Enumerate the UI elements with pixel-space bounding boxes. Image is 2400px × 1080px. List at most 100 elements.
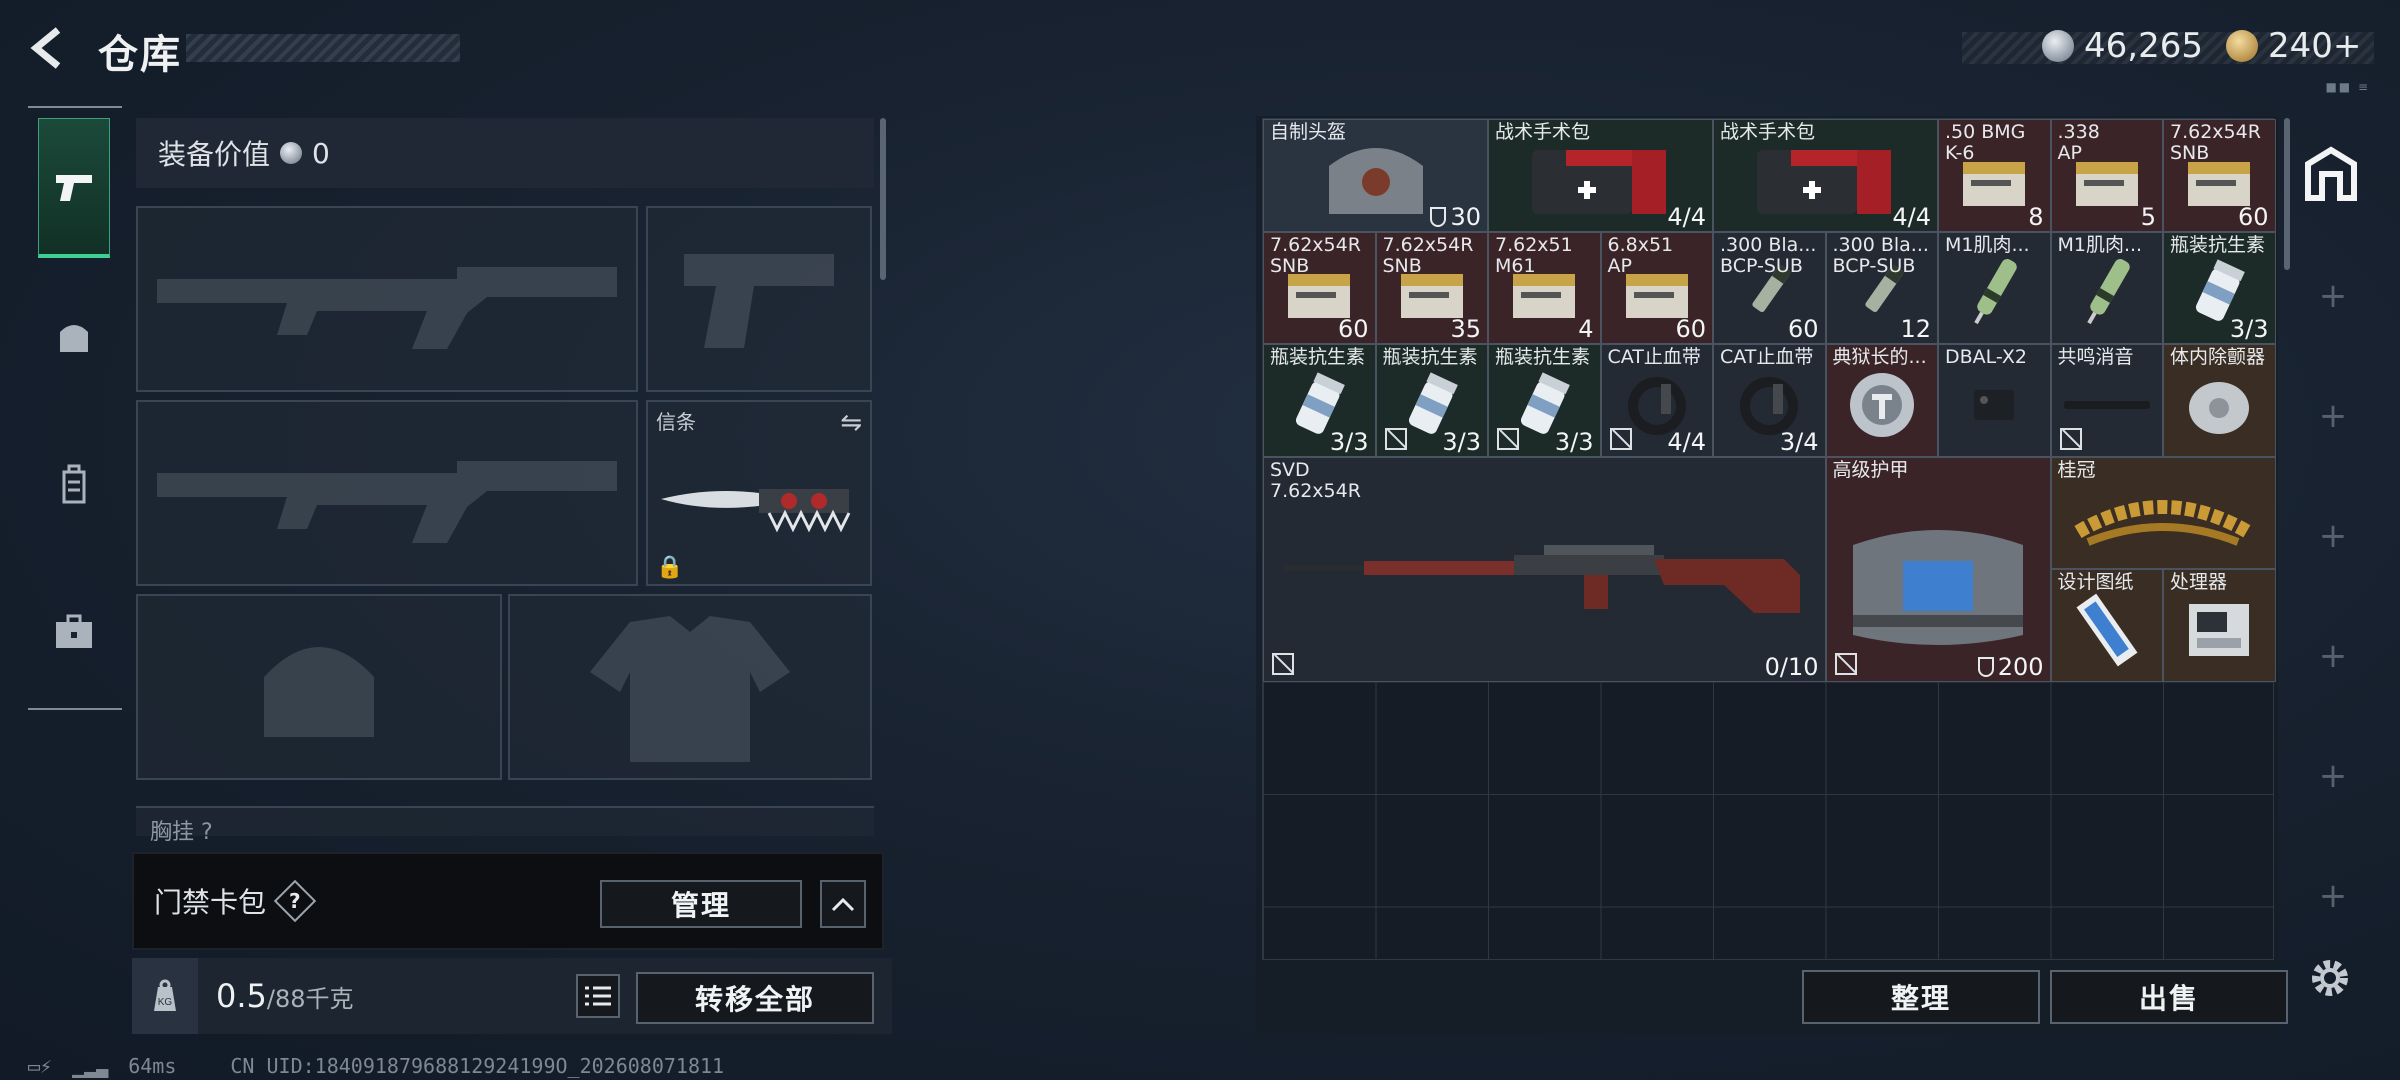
add-tab-button[interactable]: + bbox=[2294, 276, 2372, 316]
stash-item[interactable]: 7.62x54R SNB 60 bbox=[1263, 231, 1376, 344]
add-tab-button[interactable]: + bbox=[2294, 396, 2372, 436]
title-decoration bbox=[186, 34, 460, 62]
item-name: .300 Bla... BCP-SUB bbox=[1832, 233, 1929, 277]
item-count: 3/3 bbox=[1442, 427, 1481, 456]
add-tab-button[interactable]: + bbox=[2294, 516, 2372, 556]
sell-button[interactable]: 出售 bbox=[2050, 970, 2288, 1024]
stash-item[interactable]: 7.62x54R SNB 35 bbox=[1375, 231, 1488, 344]
item-name: M1肌肉... bbox=[2057, 233, 2143, 256]
corner-decoration: ■■ ≡ bbox=[2325, 80, 2370, 94]
item-name: DBAL-X2 bbox=[1945, 346, 2027, 368]
item-name: 7.62x54R SNB bbox=[1270, 233, 1361, 277]
first-aid-kit-icon bbox=[1751, 140, 1901, 224]
secondary-weapon-slot[interactable] bbox=[136, 400, 638, 586]
stash-item[interactable]: 高级护甲 200 bbox=[1825, 456, 2051, 682]
nav-helmet[interactable] bbox=[38, 266, 110, 406]
gold-amount: 240+ bbox=[2268, 26, 2362, 66]
add-tab-button[interactable]: + bbox=[2294, 756, 2372, 796]
stash-item[interactable]: M1肌肉... bbox=[2050, 231, 2163, 344]
pistol-silhouette-icon bbox=[684, 254, 834, 348]
stash-item[interactable]: .300 Bla... BCP-SUB 60 bbox=[1713, 231, 1826, 344]
item-name: .338 AP bbox=[2057, 121, 2100, 164]
helmet-slot[interactable] bbox=[136, 594, 502, 780]
add-tab-button[interactable]: + bbox=[2294, 876, 2372, 916]
list-view-button[interactable] bbox=[576, 974, 620, 1018]
shield-icon bbox=[1977, 656, 1994, 677]
rifle-silhouette-icon bbox=[157, 267, 617, 349]
back-arrow-icon[interactable] bbox=[28, 26, 72, 70]
item-count: 35 bbox=[1450, 315, 1481, 343]
stash-item[interactable]: 7.62x54R SNB 60 bbox=[2163, 119, 2276, 232]
stash-item[interactable]: .300 Bla... BCP-SUB 12 bbox=[1825, 231, 1938, 344]
primary-weapon-slot[interactable] bbox=[136, 206, 638, 392]
gold-currency[interactable]: 240+ bbox=[2226, 26, 2361, 66]
manage-button[interactable]: 管理 bbox=[600, 880, 802, 928]
nav-weapons[interactable] bbox=[38, 118, 110, 258]
no-insure-icon bbox=[1384, 427, 1407, 450]
stash-scrollbar[interactable] bbox=[2284, 118, 2290, 270]
knife-slot[interactable]: 信条 ⇋ 🔒 bbox=[646, 400, 872, 586]
stash-item[interactable]: CAT止血带 4/4 bbox=[1600, 344, 1713, 457]
sort-button[interactable]: 整理 bbox=[1802, 970, 2040, 1024]
equipment-value-label: 装备价值 bbox=[158, 138, 271, 171]
chest-rig-header: 胸挂 ? bbox=[136, 806, 874, 845]
stash-item[interactable]: .50 BMG K-6 8 bbox=[1938, 119, 2051, 232]
stash-item[interactable]: 共鸣消音 bbox=[2050, 344, 2163, 457]
stash-item[interactable]: SVD 7.62x54R 0/10 bbox=[1263, 456, 1826, 682]
stash-tabs: + + + + + + bbox=[2294, 116, 2372, 916]
item-count: 3/3 bbox=[1554, 427, 1594, 456]
weight-icon: KG bbox=[132, 958, 198, 1034]
item-count: 4 bbox=[1578, 315, 1594, 343]
item-name: 高级护甲 bbox=[1832, 458, 1909, 481]
collapse-button[interactable] bbox=[820, 880, 866, 928]
stash-item[interactable]: 瓶装抗生素 3/3 bbox=[1488, 344, 1601, 457]
ping-text: 64ms bbox=[128, 1054, 177, 1078]
stash-item[interactable]: 7.62x51 M61 4 bbox=[1488, 231, 1601, 344]
stash-item[interactable]: DBAL-X2 bbox=[1938, 344, 2051, 457]
stash-item[interactable]: 自制头盔 30 bbox=[1263, 119, 1488, 232]
stash-item[interactable]: 设计图纸 bbox=[2050, 569, 2163, 682]
stash-item[interactable]: .338 AP 5 bbox=[2050, 119, 2163, 232]
stash-item[interactable]: 瓶装抗生素 3/3 bbox=[1375, 344, 1488, 457]
help-icon[interactable]: ? bbox=[273, 879, 317, 923]
silver-amount: 46,265 bbox=[2084, 26, 2203, 66]
item-name: CAT止血带 bbox=[1607, 346, 1701, 368]
stash-item[interactable]: 瓶装抗生素 3/3 bbox=[2163, 231, 2276, 344]
item-name: 6.8x51 AP bbox=[1607, 233, 1674, 277]
stash-item[interactable]: 典狱长的... bbox=[1825, 344, 1938, 457]
transfer-all-button[interactable]: 转移全部 bbox=[636, 972, 874, 1024]
item-name: CAT止血带 bbox=[1720, 346, 1814, 368]
gear-icon[interactable] bbox=[2306, 954, 2354, 1002]
stash-item[interactable]: 战术手术包 4/4 bbox=[1488, 119, 1713, 232]
item-count: 30 bbox=[1430, 203, 1481, 231]
item-count: 200 bbox=[1977, 653, 2044, 681]
add-tab-button[interactable]: + bbox=[2294, 636, 2372, 676]
stash-tab-icon[interactable] bbox=[2300, 142, 2362, 204]
knife-slot-label: 信条 bbox=[656, 410, 696, 434]
stash-item[interactable]: 桂冠 bbox=[2050, 456, 2276, 569]
item-name: 瓶装抗生素 bbox=[1270, 346, 1366, 368]
item-count: 12 bbox=[1900, 315, 1931, 343]
stash-item[interactable]: 瓶装抗生素 3/3 bbox=[1263, 344, 1376, 457]
battery-icon: ▭⚡ bbox=[28, 1054, 53, 1078]
stash-item[interactable]: 处理器 bbox=[2163, 569, 2276, 682]
stash-item[interactable]: CAT止血带 3/4 bbox=[1713, 344, 1826, 457]
item-count: 3/4 bbox=[1779, 427, 1819, 456]
helmet-icon bbox=[60, 325, 88, 352]
item-count: 4/4 bbox=[1892, 202, 1931, 231]
item-name: .300 Bla... BCP-SUB bbox=[1720, 233, 1817, 277]
page-title: 仓库 bbox=[98, 32, 182, 78]
equipment-scrollbar[interactable] bbox=[880, 118, 886, 280]
nav-briefcase[interactable] bbox=[38, 562, 110, 702]
stash-item[interactable]: 体内除颤器 bbox=[2163, 344, 2276, 457]
stash-item[interactable]: M1肌肉... bbox=[1938, 231, 2051, 344]
swap-icon[interactable]: ⇋ bbox=[840, 408, 862, 438]
no-insure-icon bbox=[1497, 427, 1519, 450]
blueprint-icon bbox=[2067, 590, 2147, 674]
pistol-slot[interactable] bbox=[646, 206, 872, 392]
stash-item[interactable]: 战术手术包 4/4 bbox=[1713, 119, 1938, 232]
nav-backpack[interactable] bbox=[38, 414, 110, 554]
item-name: 7.62x54R SNB bbox=[1382, 233, 1474, 277]
stash-item[interactable]: 6.8x51 AP 60 bbox=[1600, 231, 1713, 344]
armor-slot[interactable] bbox=[508, 594, 872, 780]
